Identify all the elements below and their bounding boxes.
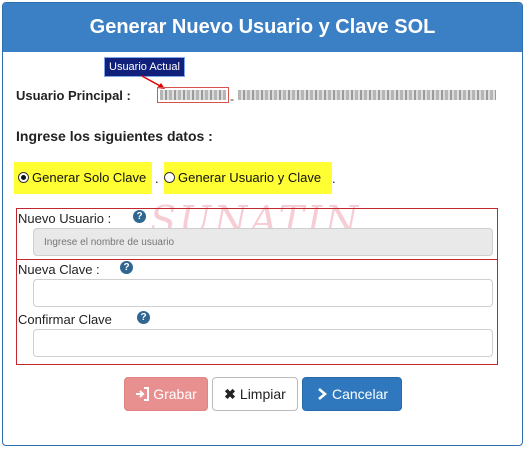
usuario-principal-label: Usuario Principal : bbox=[16, 88, 131, 103]
nuevo-usuario-input[interactable] bbox=[33, 228, 493, 256]
radio-separator: . bbox=[155, 171, 159, 186]
radio-generar-usuario-clave[interactable]: Generar Usuario y Clave bbox=[164, 170, 321, 185]
limpiar-label: Limpiar bbox=[239, 386, 286, 402]
usuario-separator: - bbox=[230, 92, 234, 106]
help-icon[interactable]: ? bbox=[120, 261, 133, 274]
chevron-right-icon bbox=[318, 388, 327, 400]
nueva-clave-input[interactable] bbox=[33, 279, 493, 307]
dialog-title: Generar Nuevo Usuario y Clave SOL bbox=[3, 3, 522, 52]
help-icon[interactable]: ? bbox=[137, 311, 150, 324]
radio-label-usuario-clave: Generar Usuario y Clave bbox=[178, 170, 322, 185]
radio-unchecked-icon[interactable] bbox=[164, 172, 175, 183]
nueva-clave-label: Nueva Clave : bbox=[18, 262, 100, 277]
grabar-label: Grabar bbox=[153, 386, 197, 402]
limpiar-button[interactable]: ✖ Limpiar bbox=[212, 377, 298, 411]
confirmar-clave-input[interactable] bbox=[33, 329, 493, 357]
radio-label-solo-clave: Generar Solo Clave bbox=[32, 170, 147, 185]
x-icon: ✖ bbox=[224, 385, 236, 402]
redacted-razon-social bbox=[238, 90, 496, 100]
confirmar-clave-label: Confirmar Clave bbox=[18, 312, 112, 327]
sign-in-icon bbox=[136, 387, 150, 401]
radio-checked-icon[interactable] bbox=[18, 172, 29, 183]
cancelar-label: Cancelar bbox=[331, 386, 389, 402]
help-icon[interactable]: ? bbox=[133, 210, 146, 223]
grabar-button[interactable]: Grabar bbox=[124, 377, 208, 411]
radio-generar-solo-clave[interactable]: Generar Solo Clave bbox=[18, 170, 146, 185]
usuario-actual-highlight-box bbox=[157, 87, 229, 103]
radio-separator: . bbox=[332, 171, 336, 186]
section-title: Ingrese los siguientes datos : bbox=[16, 128, 213, 144]
nuevo-usuario-label: Nuevo Usuario : bbox=[18, 211, 112, 226]
cancelar-button[interactable]: Cancelar bbox=[302, 377, 402, 411]
